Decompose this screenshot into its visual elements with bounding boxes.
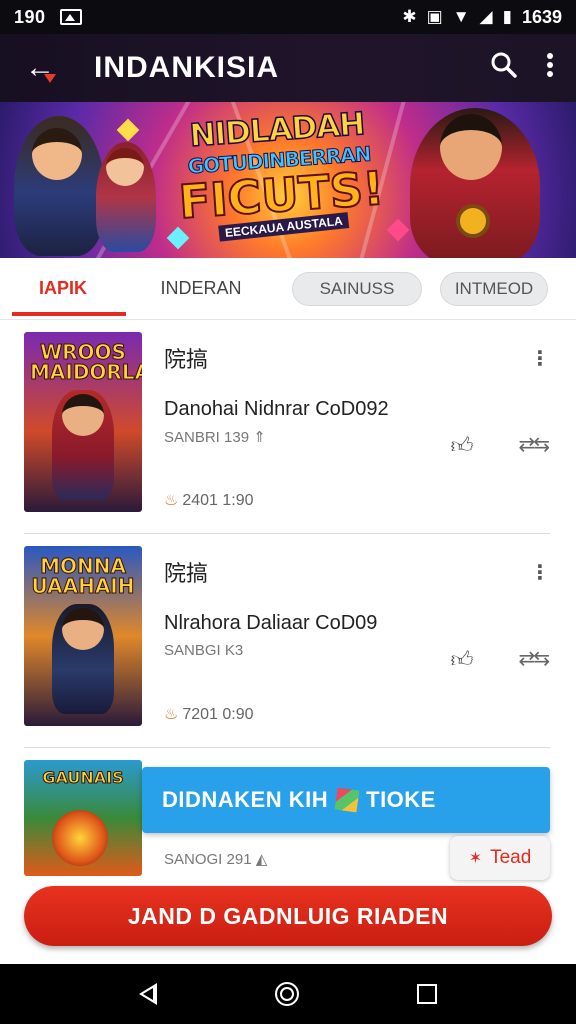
thumbnail-title: GAUNAIS (42, 768, 124, 787)
notification-marker (44, 74, 56, 83)
card-meta-text: SANBRI 139 (164, 429, 250, 446)
card-title: 院搞 (164, 348, 209, 373)
card-subtitle: Danohai Nidnrar CoD092 (164, 398, 389, 420)
back-button[interactable]: ← (0, 34, 80, 102)
image-notification-icon (59, 9, 82, 25)
card-meta: SANBRI 139 ⇑ (164, 428, 266, 446)
more-vert-icon[interactable]: ⋮ (530, 346, 550, 371)
thumbnail-title: WROOS MAIDORLAR (30, 340, 143, 384)
cube-icon (334, 787, 360, 813)
bluetooth-icon: ✱ (402, 7, 417, 26)
list-item[interactable]: MONNA UAAHAIH 院搞 Nlrahora Daliaar CoD09 … (24, 534, 550, 748)
battery-icon: ▮ (502, 7, 512, 26)
promo-banner[interactable]: NIDLADAH GOTUDINBERRAN FICUTS! EECKAUA A… (0, 102, 576, 258)
card-time: ♨ 7201 0:90 (164, 704, 254, 724)
nav-back-icon[interactable] (139, 983, 157, 1005)
banner-line-3: FICUTS! (176, 160, 386, 230)
app-bar: ← INDANKISIA (0, 34, 576, 102)
signal-icon: ◢ (479, 7, 493, 26)
primary-cta-button[interactable]: JAND D GADNLUIG RIADEN (24, 886, 552, 946)
more-vert-icon[interactable]: ⋮ (530, 560, 550, 585)
tab-iapik[interactable]: IAPIK (0, 258, 126, 320)
card-title: 院搞 (164, 562, 209, 587)
status-icons: ✱ ▣ ▼ ◢ ▮ 1639 (402, 7, 562, 28)
tab-bar: IAPIK INDERAN SAINUSS INTMEOD (0, 258, 576, 320)
fire-icon: ♨ (164, 492, 179, 509)
app-title: INDANKISIA (94, 51, 280, 84)
card-subtitle: Nlrahora Daliaar CoD09 (164, 612, 378, 634)
more-vert-icon[interactable] (546, 52, 554, 85)
system-nav-bar (0, 964, 576, 1024)
nav-home-icon[interactable] (275, 982, 299, 1006)
app-bar-actions (490, 51, 576, 86)
promo-toast[interactable]: DIDNAKEN KIH TIOKE (142, 767, 550, 833)
thumbnail-title: MONNA UAAHAIH (31, 554, 135, 598)
fire-icon: ♨ (164, 706, 179, 723)
thumbs-up-icon[interactable]: 👍︎ (448, 646, 476, 674)
card-meta: SANOGI 291 ◭ (164, 850, 267, 868)
share-icon[interactable]: ⇄⇆ (518, 646, 549, 671)
banner-headline: NIDLADAH GOTUDINBERRAN FICUTS! EECKAUA A… (166, 104, 394, 243)
status-clock: 1639 (521, 6, 562, 27)
search-icon[interactable] (490, 51, 518, 86)
card-time-text: 2401 1:90 (182, 492, 254, 509)
toast-text-end: TIOKE (366, 787, 436, 812)
tab-intmeod[interactable]: INTMEOD (440, 271, 548, 306)
game-thumbnail[interactable]: GAUNAIS (24, 760, 142, 876)
status-time: 190 (14, 6, 46, 27)
thumbs-up-icon[interactable]: 👍︎ (448, 432, 476, 460)
tab-inderan[interactable]: INDERAN (126, 258, 276, 320)
game-thumbnail[interactable]: WROOS MAIDORLAR (24, 332, 142, 512)
banner-character-left (14, 116, 104, 256)
nfc-icon: ▣ (426, 7, 443, 26)
card-time-text: 7201 0:90 (182, 706, 254, 723)
tead-chip[interactable]: ✶ Tead (450, 836, 550, 880)
wifi-icon: ▼ (452, 7, 470, 26)
card-meta: SANBGI K3 (164, 642, 244, 659)
tab-sainuss[interactable]: SAINUSS (292, 271, 422, 306)
rocket-icon: ⇑ (253, 429, 266, 446)
game-thumbnail[interactable]: MONNA UAAHAIH (24, 546, 142, 726)
banner-character-right (410, 108, 540, 258)
banner-character-guitarist (96, 142, 156, 252)
toast-text-start: DIDNAKEN KIH (162, 787, 329, 812)
card-meta-text: SANOGI 291 (164, 851, 252, 868)
list-item[interactable]: WROOS MAIDORLAR 院搞 Danohai Nidnrar CoD09… (24, 320, 550, 534)
tead-label: Tead (490, 847, 532, 868)
pin-icon: ✶ (468, 850, 483, 867)
share-icon[interactable]: ⇄⇆ (518, 432, 549, 457)
card-time: ♨ 2401 1:90 (164, 490, 254, 510)
nav-recents-icon[interactable] (417, 984, 437, 1004)
status-bar: 190 ✱ ▣ ▼ ◢ ▮ 1639 (0, 0, 576, 34)
badge-icon: ◭ (255, 851, 268, 868)
